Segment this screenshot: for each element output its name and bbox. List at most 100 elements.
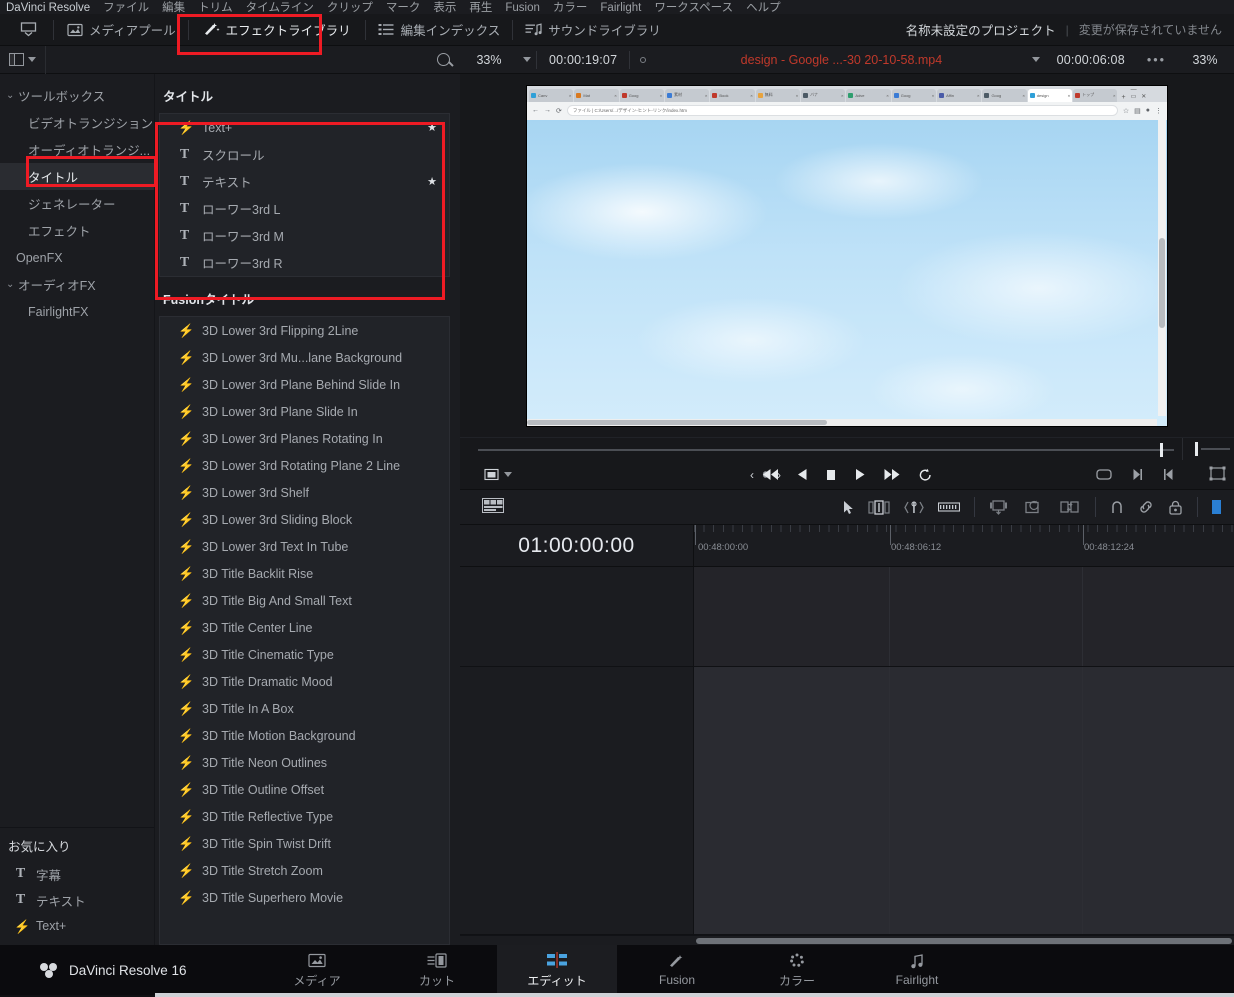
fusion-title-item[interactable]: ⚡ 3D Title Outline Offset [160,776,449,803]
sound-library-button[interactable]: サウンドライブラリ [513,14,673,46]
scrubber-track[interactable] [478,449,1174,451]
menu-item-clip[interactable]: クリップ [327,2,373,14]
dynamic-trim-mode-icon[interactable] [904,500,924,515]
tree-item-audio-fx[interactable]: ⌄ オーディオFX [0,271,154,298]
fusion-title-item[interactable]: ⚡ 3D Title Center Line [160,614,449,641]
timeline-horizontal-scrollbar[interactable] [460,935,1234,945]
fusion-title-item[interactable]: ⚡ 3D Title Stretch Zoom [160,857,449,884]
viewer-options-button[interactable]: ••• [1137,53,1176,67]
effects-search-field[interactable] [46,53,460,66]
favorite-star-icon[interactable]: ★ [427,175,437,188]
title-item-lower3rd-m[interactable]: T ローワー3rd M [160,222,449,249]
title-item-textplus[interactable]: ⚡ Text+ ★ [160,114,449,141]
play-icon[interactable] [855,468,866,481]
fusion-title-item[interactable]: ⚡ 3D Lower 3rd Sliding Block [160,506,449,533]
menu-item-edit[interactable]: 編集 [162,2,185,14]
menu-item-fusion[interactable]: Fusion [505,2,540,14]
razor-edit-icon[interactable] [938,500,960,514]
stop-icon[interactable] [826,469,837,481]
page-tab-edit[interactable]: エディット [497,945,617,995]
viewer-timecode-right[interactable]: 00:00:06:08 [1045,53,1137,67]
title-item-scroll[interactable]: T スクロール [160,141,449,168]
snapping-icon[interactable] [1110,500,1124,515]
audio-track-lane[interactable] [694,667,1234,934]
menu-item-help[interactable]: ヘルプ [746,2,781,14]
page-tab-fusion[interactable]: Fusion [617,945,737,995]
fusion-title-item[interactable]: ⚡ 3D Title Spin Twist Drift [160,830,449,857]
fusion-title-item[interactable]: ⚡ 3D Title In A Box [160,695,449,722]
title-item-lower3rd-l[interactable]: T ローワー3rd L [160,195,449,222]
scrubber-playhead[interactable] [1160,443,1163,457]
fusion-title-item[interactable]: ⚡ 3D Lower 3rd Planes Rotating In [160,425,449,452]
jump-to-start-icon[interactable] [762,468,779,481]
project-name[interactable]: 名称未設定のプロジェクト [906,20,1056,39]
tree-item-generators[interactable]: ジェネレーター [0,190,154,217]
page-tab-color[interactable]: カラー [737,945,857,995]
timeline-playhead-timecode-box[interactable]: 01:00:00:00 [460,525,694,566]
play-reverse-icon[interactable] [797,468,808,481]
viewer-transform-button[interactable] [1209,466,1226,484]
viewer-marker-icon[interactable] [630,56,656,63]
tree-item-toolbox[interactable]: ⌄ ツールボックス [0,82,154,109]
menu-item-view[interactable]: 表示 [433,2,456,14]
favorite-item-subtitle[interactable]: T 字幕 [0,861,154,887]
tree-item-fairlightfx[interactable]: FairlightFX [0,298,154,325]
loop-range-icon[interactable] [484,468,499,481]
fit-icon[interactable] [1096,468,1112,481]
fusion-title-item[interactable]: ⚡ 3D Title Reflective Type [160,803,449,830]
replace-clip-icon[interactable] [1059,500,1081,515]
fusion-title-item[interactable]: ⚡ 3D Lower 3rd Flipping 2Line [160,317,449,344]
menu-item-file[interactable]: ファイル [103,2,149,14]
menu-item-playback[interactable]: 再生 [469,2,492,14]
timeline-view-options-button[interactable] [460,498,504,516]
fusion-title-item[interactable]: ⚡ 3D Title Neon Outlines [160,749,449,776]
timeline-scrollbar-track[interactable] [694,936,1234,945]
favorite-star-icon[interactable]: ★ [427,121,437,134]
tree-item-effects[interactable]: エフェクト [0,217,154,244]
search-icon[interactable] [437,53,450,66]
position-lock-icon[interactable] [1212,499,1224,515]
menu-item-fairlight[interactable]: Fairlight [600,2,641,14]
fusion-title-item[interactable]: ⚡ 3D Lower 3rd Mu...lane Background [160,344,449,371]
page-tab-cut[interactable]: カット [377,945,497,995]
favorite-item-textplus[interactable]: ⚡ Text+ [0,913,154,939]
fusion-title-item[interactable]: ⚡ 3D Title Cinematic Type [160,641,449,668]
video-track-lane[interactable] [694,567,1234,666]
fusion-title-item[interactable]: ⚡ 3D Title Motion Background [160,722,449,749]
viewer-zoom-level-left[interactable]: 33% [460,53,518,67]
transform-icon[interactable] [1209,466,1226,481]
fusion-title-item[interactable]: ⚡ 3D Lower 3rd Rotating Plane 2 Line [160,452,449,479]
viewer-toggle-button[interactable] [0,14,53,46]
panel-layout-toggle-button[interactable] [0,45,46,74]
trim-edit-mode-icon[interactable] [868,499,890,515]
scrubber-secondary[interactable] [1182,438,1234,460]
menu-item-trim[interactable]: トリム [198,2,233,14]
page-tab-fairlight[interactable]: Fairlight [857,945,977,995]
fusion-titles-list[interactable]: ⚡ 3D Lower 3rd Flipping 2Line ⚡ 3D Lower 3… [159,316,450,945]
video-track-header[interactable] [460,567,694,666]
jump-to-end-icon[interactable] [884,468,901,481]
page-tab-media[interactable]: メディア [257,945,377,995]
tree-item-audio-transitions[interactable]: オーディオトランジ... [0,136,154,163]
next-clip-icon[interactable] [1132,468,1143,481]
effects-library-button[interactable]: エフェクトライブラリ [189,14,365,46]
menu-item-app[interactable]: DaVinci Resolve [6,2,90,14]
timeline-audio-track[interactable] [460,667,1234,935]
title-item-text[interactable]: T テキスト ★ [160,168,449,195]
audio-track-header[interactable] [460,667,694,934]
overwrite-clip-icon[interactable] [1024,500,1045,515]
fusion-title-item[interactable]: ⚡ 3D Lower 3rd Plane Behind Slide In [160,371,449,398]
fusion-title-item[interactable]: ⚡ 3D Lower 3rd Plane Slide In [160,398,449,425]
timeline-viewer[interactable]: Canv × Mat × Goog × 素材 × Book × 無料 × バナ × Adve ×… [460,74,1234,437]
viewer-zoom-level-right[interactable]: 33% [1176,53,1234,67]
tree-item-titles[interactable]: タイトル [0,163,154,190]
menu-item-workspace[interactable]: ワークスペース [654,2,733,14]
menu-item-color[interactable]: カラー [553,2,588,14]
title-item-lower3rd-r[interactable]: T ローワー3rd R [160,249,449,276]
fusion-title-item[interactable]: ⚡ 3D Lower 3rd Text In Tube [160,533,449,560]
viewer-zoom-dropdown-left[interactable] [518,57,536,62]
tree-item-openfx[interactable]: OpenFX [0,244,154,271]
fusion-title-item[interactable]: ⚡ 3D Title Backlit Rise [160,560,449,587]
timeline-video-track[interactable] [460,567,1234,667]
loop-icon[interactable] [919,468,933,482]
